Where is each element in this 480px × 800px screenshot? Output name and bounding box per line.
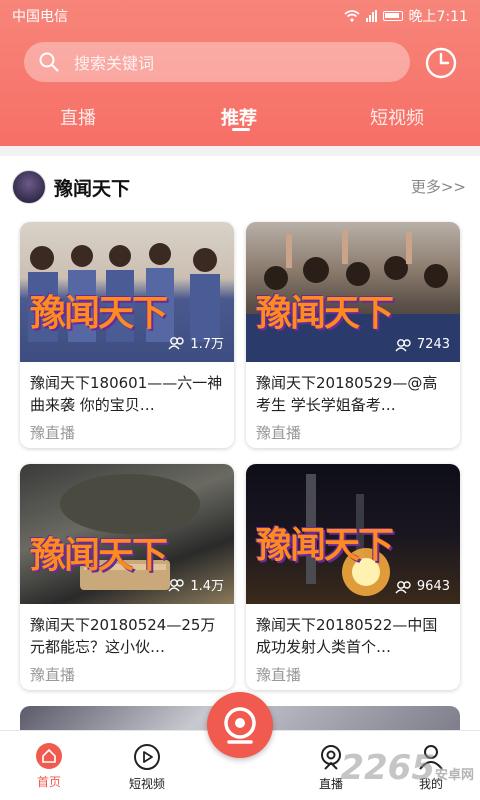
viewers-icon — [395, 580, 411, 593]
battery-icon — [382, 11, 403, 21]
start-live-button[interactable] — [207, 692, 273, 758]
nav-home[interactable]: 首页 — [14, 743, 84, 790]
app-header: 中国电信 晚上7:11 搜索关键词 直播 推荐 短视频 — [0, 0, 480, 146]
video-card[interactable]: 豫闻天下 1.4万 豫闻天下20180524—25万元都能忘？这小伙… 豫直播 — [20, 464, 234, 690]
history-clock-icon[interactable] — [424, 46, 458, 80]
card-source: 豫直播 — [256, 666, 302, 684]
thumbnail-overlay-text: 豫闻天下 — [30, 293, 168, 334]
video-thumbnail: 豫闻天下 7243 — [246, 222, 460, 362]
tab-recommend[interactable]: 推荐 — [221, 104, 257, 130]
card-source: 豫直播 — [30, 666, 76, 684]
video-thumbnail: 豫闻天下 1.4万 — [20, 464, 234, 604]
tab-short-video[interactable]: 短视频 — [370, 104, 424, 130]
view-count: 7243 — [395, 337, 450, 352]
card-source: 豫直播 — [30, 424, 76, 442]
video-thumbnail: 豫闻天下 1.7万 — [20, 222, 234, 362]
card-title: 豫闻天下20180522—中国成功发射人类首个… — [256, 616, 438, 656]
thumbnail-overlay-text: 豫闻天下 — [256, 293, 394, 334]
watermark-text: 2265 — [340, 748, 435, 788]
site-watermark: 2265安卓网 — [340, 748, 474, 788]
nav-short-video-label: 短视频 — [128, 777, 165, 791]
status-bar: 中国电信 晚上7:11 — [0, 0, 480, 30]
play-circle-icon — [134, 744, 160, 770]
card-source: 豫直播 — [256, 424, 302, 442]
wifi-icon — [344, 10, 360, 22]
thumbnail-overlay-text: 豫闻天下 — [30, 535, 168, 576]
signal-icon — [365, 10, 377, 22]
video-feed: 豫闻天下 1.7万 豫闻天下180601——六一神曲来袭 你的宝贝… 豫直播 豫… — [0, 216, 480, 730]
viewers-icon — [168, 578, 185, 591]
viewers-icon — [168, 336, 185, 349]
viewers-icon — [395, 338, 411, 351]
home-icon — [36, 743, 62, 769]
watermark-suffix: 安卓网 — [434, 768, 474, 783]
top-tabs: 直播 推荐 短视频 — [0, 100, 480, 140]
nav-short-video[interactable]: 短视频 — [112, 743, 182, 792]
search-icon — [39, 52, 59, 72]
channel-avatar[interactable] — [12, 170, 46, 204]
view-count-value: 1.7万 — [190, 337, 224, 352]
tab-indicator — [232, 128, 250, 131]
section-header: 豫闻天下 更多>> — [0, 156, 480, 216]
card-title: 豫闻天下20180529—@高考生 学长学姐备考… — [256, 374, 438, 414]
clock-label: 晚上7:11 — [408, 9, 468, 25]
view-count: 1.4万 — [168, 575, 224, 594]
video-thumbnail: 豫闻天下 9643 — [246, 464, 460, 604]
view-count-value: 9643 — [416, 579, 450, 594]
nav-home-label: 首页 — [36, 775, 61, 789]
view-count: 9643 — [395, 579, 450, 594]
search-placeholder: 搜索关键词 — [74, 54, 155, 73]
video-card[interactable]: 豫闻天下 7243 豫闻天下20180529—@高考生 学长学姐备考… 豫直播 — [246, 222, 460, 448]
more-link[interactable]: 更多>> — [411, 176, 466, 197]
section-title: 豫闻天下 — [54, 178, 131, 200]
card-title: 豫闻天下20180524—25万元都能忘？这小伙… — [30, 616, 216, 656]
card-title: 豫闻天下180601——六一神曲来袭 你的宝贝… — [30, 374, 223, 414]
thumbnail-overlay-text: 豫闻天下 — [256, 525, 394, 566]
search-input[interactable]: 搜索关键词 — [24, 42, 410, 82]
video-card[interactable]: 豫闻天下 9643 豫闻天下20180522—中国成功发射人类首个… 豫直播 — [246, 464, 460, 690]
view-count-value: 1.4万 — [190, 579, 224, 594]
tab-live[interactable]: 直播 — [60, 104, 96, 130]
view-count: 1.7万 — [168, 333, 224, 352]
view-count-value: 7243 — [416, 337, 450, 352]
camera-icon — [224, 707, 256, 744]
carrier-label: 中国电信 — [12, 9, 68, 25]
video-card[interactable]: 豫闻天下 1.7万 豫闻天下180601——六一神曲来袭 你的宝贝… 豫直播 — [20, 222, 234, 448]
